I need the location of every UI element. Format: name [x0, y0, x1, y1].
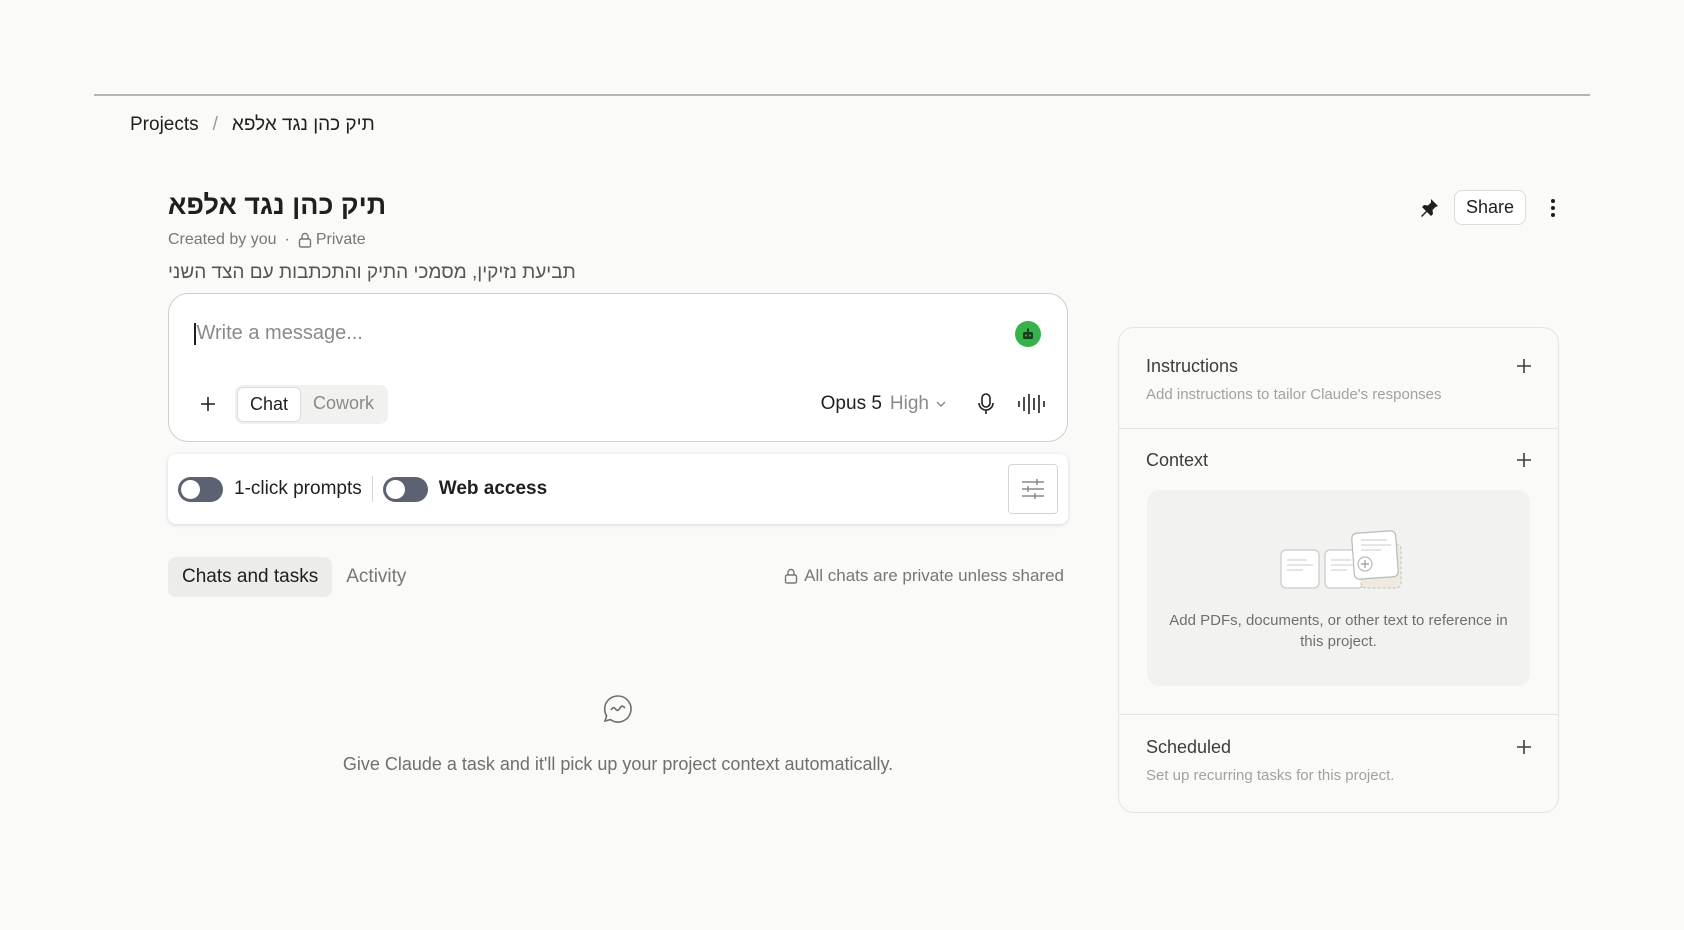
section-divider	[1119, 428, 1558, 429]
message-placeholder: Write a message...	[196, 322, 363, 344]
voice-mode-icon[interactable]	[1017, 393, 1045, 415]
project-header: תיק כהן נגד אלפא Created by you · Privat…	[168, 190, 386, 249]
effort-level: High	[889, 393, 929, 414]
project-meta: Created by you · Private	[168, 231, 386, 249]
chevron-down-icon	[935, 400, 947, 408]
context-section: Context	[1119, 450, 1558, 471]
web-access-label: Web access	[438, 478, 548, 499]
project-description: תביעת נזיקין, מסמכי התיק והתכתבות עם הצד…	[168, 262, 576, 283]
created-by-label: Created by you	[168, 231, 277, 248]
lock-icon	[298, 232, 312, 248]
text-caret	[194, 322, 196, 345]
more-vertical-icon[interactable]	[1550, 198, 1556, 218]
add-scheduled-icon[interactable]	[1516, 739, 1532, 755]
add-attachment-icon[interactable]	[199, 395, 217, 413]
microphone-icon[interactable]	[977, 392, 995, 416]
add-instructions-icon[interactable]	[1516, 358, 1532, 374]
toggle-knob	[385, 479, 405, 499]
mode-chat-button[interactable]: Chat	[237, 386, 302, 422]
chat-bubble-icon	[602, 693, 634, 730]
instructions-title: Instructions	[1146, 356, 1239, 376]
share-button[interactable]: Share	[1453, 190, 1526, 225]
top-divider	[94, 94, 1590, 96]
page-title: תיק כהן נגד אלפא	[168, 190, 387, 220]
breadcrumb-current: תיק כהן נגד אלפא	[231, 114, 375, 135]
context-dropzone[interactable]: Add PDFs, documents, or other text to re…	[1147, 490, 1530, 686]
sliders-icon[interactable]	[1008, 464, 1058, 514]
toggle-knob	[181, 479, 200, 499]
context-empty-text: Add PDFs, documents, or other text to re…	[1169, 612, 1508, 650]
instructions-subtitle: Add instructions to tailor Claude's resp…	[1146, 386, 1442, 403]
mode-cowork-button[interactable]: Cowork	[301, 387, 386, 422]
web-access-toggle[interactable]	[382, 476, 428, 502]
extension-icon[interactable]	[1015, 321, 1041, 347]
privacy-note-text: All chats are private unless shared	[804, 566, 1064, 585]
tools-divider	[371, 476, 373, 502]
project-sidebar: Instructions Add instructions to tailor …	[1118, 327, 1559, 813]
context-title: Context	[1146, 450, 1209, 470]
scheduled-subtitle: Set up recurring tasks for this project.	[1146, 767, 1395, 784]
mode-switcher: Chat Cowork	[235, 384, 389, 424]
pin-icon[interactable]	[1418, 197, 1440, 219]
instructions-section: Instructions Add instructions to tailor …	[1119, 356, 1558, 403]
privacy-note: All chats are private unless shared	[784, 566, 1064, 586]
documents-icon	[1279, 528, 1405, 599]
breadcrumb: Projects / תיק כהן נגד אלפא	[130, 114, 375, 136]
section-divider	[1119, 714, 1558, 715]
breadcrumb-separator: /	[212, 114, 218, 135]
scheduled-title: Scheduled	[1146, 737, 1232, 757]
composer-toolbar: Chat Cowork Opus 5 High	[191, 384, 1045, 424]
header-actions: Share	[1418, 190, 1556, 225]
one-click-prompts-toggle[interactable]	[178, 476, 223, 502]
tools-bar: 1-click prompts Web access	[168, 454, 1068, 524]
model-name: Opus 5	[820, 393, 882, 414]
model-selector[interactable]: Opus 5 High	[821, 393, 947, 415]
tab-chats-and-tasks[interactable]: Chats and tasks	[168, 557, 333, 597]
message-input[interactable]: Write a message...	[194, 322, 363, 345]
breadcrumb-projects-link[interactable]: Projects	[130, 114, 199, 136]
meta-separator: ·	[284, 231, 290, 248]
project-tabs: Chats and tasks Activity	[168, 557, 420, 597]
scheduled-section: Scheduled Set up recurring tasks for thi…	[1119, 737, 1558, 784]
visibility-label: Private	[315, 231, 366, 248]
tab-activity[interactable]: Activity	[332, 557, 420, 597]
empty-state-text: Give Claude a task and it'll pick up you…	[342, 754, 894, 774]
one-click-prompts-label: 1-click prompts	[234, 478, 362, 499]
lock-icon	[784, 568, 798, 584]
message-composer: Write a message... Chat Cowork Opus 5 Hi…	[168, 293, 1068, 442]
add-context-icon[interactable]	[1516, 452, 1532, 468]
